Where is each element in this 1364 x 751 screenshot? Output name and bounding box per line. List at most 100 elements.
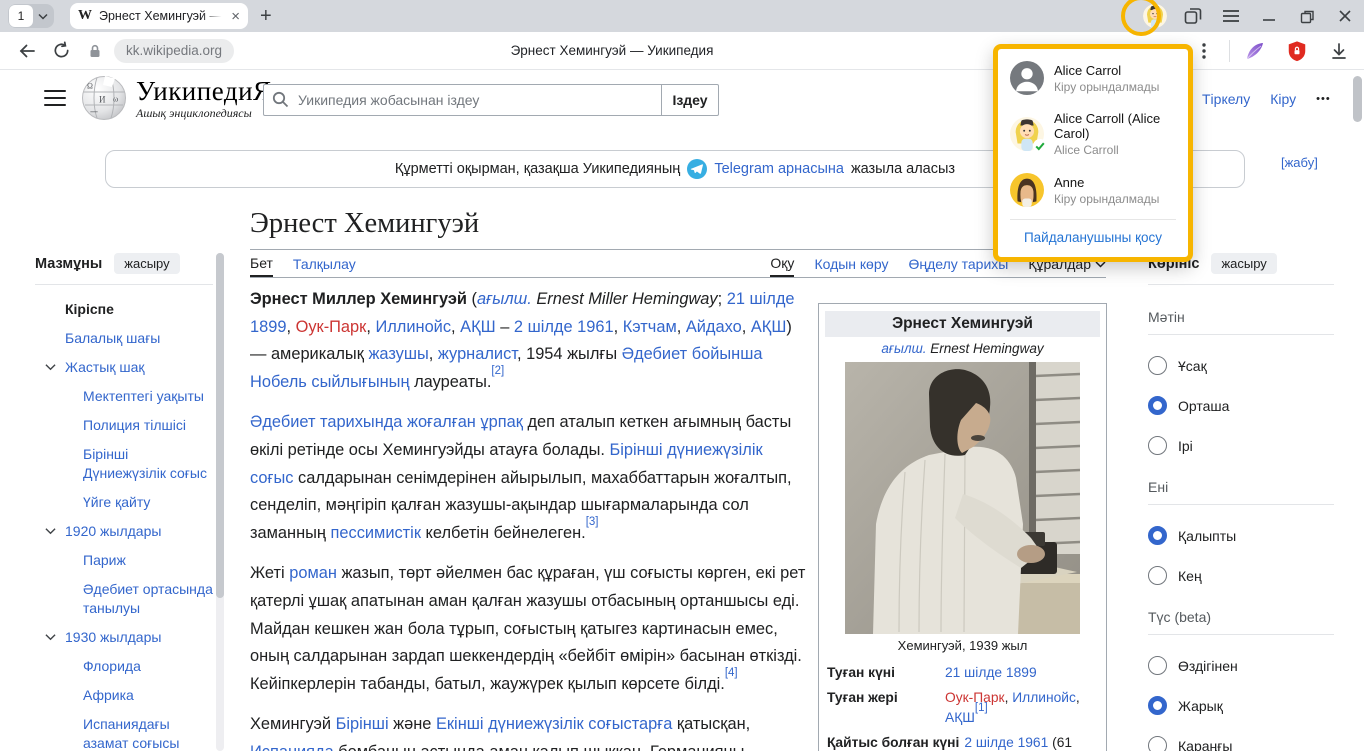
radio-option[interactable]: Ірі xyxy=(1148,436,1334,455)
profile-user-item[interactable]: Alice Carrol Кіру орындалмады xyxy=(998,53,1188,103)
radio-icon[interactable] xyxy=(1148,356,1167,375)
infobox-row: Қайтыс болған күні 2 шілде 1961 (61 жас) xyxy=(819,731,1106,751)
toc-item-label: Африка xyxy=(83,687,134,703)
radio-icon[interactable] xyxy=(1148,566,1167,585)
radio-option[interactable]: Қараңғы xyxy=(1148,736,1334,751)
radio-option[interactable]: Кең xyxy=(1148,566,1334,585)
tab-title: Эрнест Хемингуэй — У xyxy=(99,9,224,23)
radio-option[interactable]: Өздігінен xyxy=(1148,656,1334,675)
user-name: Alice Carroll (Alice Carol) xyxy=(1054,111,1176,141)
toc-item[interactable]: Африка xyxy=(35,681,213,710)
wikipedia-wordmark[interactable]: УикипедиЯ Ашық энциклопедиясы xyxy=(136,77,272,121)
profile-user-item[interactable]: Alice Carroll (Alice Carol) Alice Carrol… xyxy=(998,103,1188,165)
lock-icon[interactable] xyxy=(78,36,112,66)
tab-group-counter[interactable]: 1 xyxy=(8,4,54,28)
article-tabs: Бет Талқылау Оқу Кодын көру xyxy=(250,255,1106,278)
radio-option[interactable]: Жарық xyxy=(1148,696,1334,715)
color-section-label: Түс (beta) xyxy=(1148,609,1334,635)
feather-extension-icon[interactable] xyxy=(1238,36,1272,66)
download-icon[interactable] xyxy=(1322,36,1356,66)
article-tab[interactable]: Бет xyxy=(250,255,273,277)
toc-item[interactable]: Әдебиет ортасында танылуы xyxy=(35,575,213,623)
toc-scrollbar[interactable] xyxy=(216,253,224,751)
search-icon xyxy=(272,91,289,108)
radio-icon[interactable] xyxy=(1148,736,1167,751)
toc-item[interactable]: Мектептегі уақыты xyxy=(35,382,213,411)
reload-button[interactable] xyxy=(44,36,78,66)
tab-close-icon[interactable]: × xyxy=(231,9,240,24)
radio-option[interactable]: Орташа xyxy=(1148,396,1334,415)
svg-text:ω: ω xyxy=(113,95,118,104)
signed-in-check-icon xyxy=(1033,139,1047,153)
user-avatar-icon xyxy=(1010,61,1044,95)
toc-item[interactable]: Балалық шағы xyxy=(35,324,213,353)
search-button[interactable]: Іздеу xyxy=(662,84,719,116)
toc-item[interactable]: Үйге қайту xyxy=(35,488,213,517)
profile-avatar-button[interactable] xyxy=(1136,0,1174,32)
back-button[interactable] xyxy=(10,36,44,66)
radio-option[interactable]: Қалыпты xyxy=(1148,526,1334,545)
chevron-down-icon[interactable] xyxy=(45,363,56,371)
toc-item[interactable]: Флорида xyxy=(35,652,213,681)
browser-tab[interactable]: W Эрнест Хемингуэй — У × xyxy=(70,3,248,29)
collections-icon[interactable] xyxy=(1174,0,1212,32)
radio-option-label: Қалыпты xyxy=(1178,528,1236,544)
page-scrollbar-thumb[interactable] xyxy=(1353,76,1362,122)
url-bar[interactable]: kk.wikipedia.org xyxy=(114,39,234,63)
article-tab-label: Талқылау xyxy=(293,256,356,272)
toc-hide-button[interactable]: жасыру xyxy=(114,253,179,274)
add-user-button[interactable]: Пайдаланушыны қосу xyxy=(998,220,1188,257)
close-window-button[interactable] xyxy=(1326,0,1364,32)
restore-button[interactable] xyxy=(1288,0,1326,32)
toc-item-label: Бірінші Дүниежүзілік соғыс xyxy=(83,446,207,481)
radio-icon[interactable] xyxy=(1148,436,1167,455)
banner-close-link[interactable]: [жабу] xyxy=(1281,155,1318,170)
chevron-down-icon[interactable] xyxy=(45,527,56,535)
article-tab[interactable]: Оқу xyxy=(770,255,794,277)
minimize-button[interactable] xyxy=(1250,0,1288,32)
infobox-row-label: Туған жері xyxy=(827,688,945,709)
svg-text:И: И xyxy=(99,95,106,105)
toc-item-label: Мектептегі уақыты xyxy=(83,388,204,404)
article-tab[interactable]: Кодын көру xyxy=(814,255,888,277)
profile-user-item[interactable]: Anne Кіру орындалмады xyxy=(998,165,1188,215)
paragraph: Хемингуэй Бірінші және Екінші дүниежүзіл… xyxy=(250,711,806,751)
radio-option[interactable]: Ұсақ xyxy=(1148,356,1334,375)
telegram-channel-link[interactable]: Telegram арнасына xyxy=(714,161,844,177)
protect-shield-icon[interactable] xyxy=(1280,36,1314,66)
appearance-hide-button[interactable]: жасыру xyxy=(1211,253,1276,274)
toc-heading: Мазмұны xyxy=(35,256,102,272)
main-menu-icon[interactable] xyxy=(44,90,66,106)
radio-icon[interactable] xyxy=(1148,656,1167,675)
text-size-section-label: Мәтін xyxy=(1148,309,1334,335)
toc-item[interactable]: Париж xyxy=(35,546,213,575)
toc-item-label: Балалық шағы xyxy=(65,330,160,346)
article-tab[interactable]: Талқылау xyxy=(293,255,356,277)
profile-popup: Alice Carrol Кіру орындалмады Alice Carr… xyxy=(993,44,1193,262)
menu-icon[interactable] xyxy=(1212,0,1250,32)
toc-item[interactable]: 1920 жылдары xyxy=(35,517,213,546)
new-tab-button[interactable]: + xyxy=(260,6,272,26)
toc-item[interactable]: Кіріспе xyxy=(35,295,213,324)
radio-icon[interactable] xyxy=(1148,396,1167,415)
register-link[interactable]: Тіркелу xyxy=(1202,91,1250,107)
login-link[interactable]: Кіру xyxy=(1270,91,1296,107)
toc-item[interactable]: 1930 жылдары xyxy=(35,623,213,652)
user-status: Кіру орындалмады xyxy=(1054,192,1159,206)
toc-item[interactable]: Бірінші Дүниежүзілік соғыс xyxy=(35,440,213,488)
chevron-down-icon[interactable] xyxy=(45,633,56,641)
search-input[interactable] xyxy=(263,84,662,116)
wikipedia-logo-icon[interactable]: Ω И ω 一 xyxy=(80,74,128,122)
toc-scrollbar-thumb[interactable] xyxy=(216,253,224,598)
toc-item[interactable]: Жастық шақ xyxy=(35,353,213,382)
toc-item[interactable]: Испаниядағы азамат соғысы xyxy=(35,710,213,751)
radio-icon[interactable] xyxy=(1148,526,1167,545)
infobox: Эрнест Хемингуэй ағылш. Ernest Hemingway xyxy=(818,303,1107,751)
more-options-icon[interactable]: ••• xyxy=(1316,93,1331,105)
toc-item[interactable]: Полиция тілшісі xyxy=(35,411,213,440)
svg-text:一: 一 xyxy=(90,108,98,117)
hemingway-photo[interactable] xyxy=(845,362,1080,634)
radio-icon[interactable] xyxy=(1148,696,1167,715)
paragraph: Эрнест Миллер Хемингуэй (ағылш. Ernest M… xyxy=(250,286,806,396)
toc-item-label: Үйге қайту xyxy=(83,494,150,510)
